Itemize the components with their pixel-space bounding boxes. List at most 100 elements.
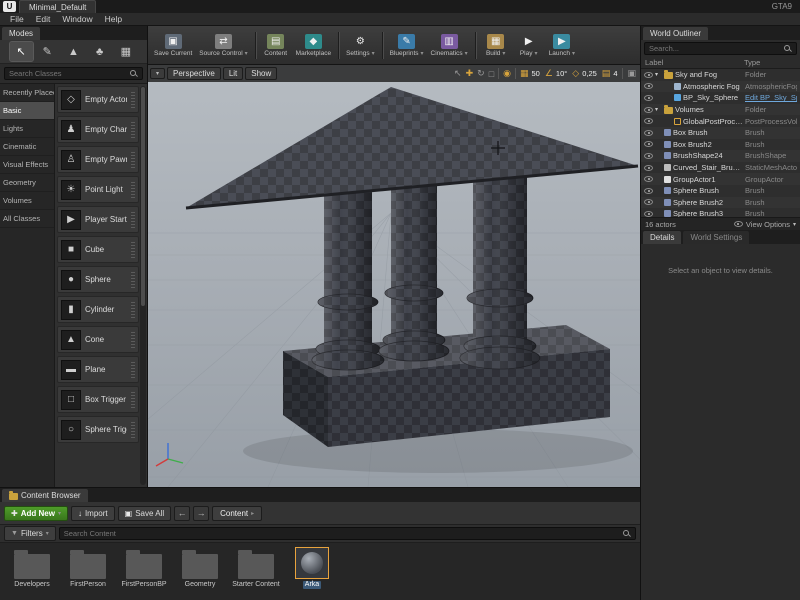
menu-window[interactable]: Window: [56, 14, 98, 24]
visibility-eye-icon[interactable]: [644, 176, 653, 182]
view-options-button[interactable]: View Options▾: [734, 220, 796, 229]
foliage-mode-icon[interactable]: ♣: [88, 42, 111, 61]
back-button[interactable]: ←: [174, 506, 190, 521]
show-flags-button[interactable]: Show: [245, 67, 277, 80]
forward-button[interactable]: →: [193, 506, 209, 521]
asset-tile-arka[interactable]: Arka: [288, 547, 336, 589]
outliner-row-globalpostprocessvolume[interactable]: GlobalPostProcessVolumePostProcessVolum: [641, 115, 800, 127]
drag-grip-icon[interactable]: [131, 392, 135, 408]
type-column-header[interactable]: Type: [744, 58, 796, 67]
label-column-header[interactable]: Label: [645, 58, 744, 67]
modes-tab[interactable]: Modes: [2, 27, 40, 40]
outliner-row-sphere-brush[interactable]: Sphere BrushBrush: [641, 185, 800, 197]
outliner-row-box-brush2[interactable]: Box Brush2Brush: [641, 139, 800, 151]
select-tool-icon[interactable]: ↖: [452, 68, 464, 79]
list-item-sphere[interactable]: ●Sphere: [57, 266, 139, 293]
folder-tile-firstperson[interactable]: FirstPerson: [64, 547, 112, 589]
breadcrumb[interactable]: Content▸: [212, 506, 262, 521]
outliner-row-curved-stair-brush[interactable]: Curved_Stair_Brush_StaticMeshStaticMeshA…: [641, 162, 800, 174]
outliner-row-volumes[interactable]: ▾VolumesFolder: [641, 104, 800, 116]
outliner-row-atmospheric-fog[interactable]: Atmospheric FogAtmosphericFog: [641, 81, 800, 93]
grid-snap-icon[interactable]: ▦: [518, 68, 531, 79]
drag-grip-icon[interactable]: [131, 92, 135, 108]
expander-icon[interactable]: ▾: [655, 106, 662, 113]
outliner-row-bp-sky-sphere[interactable]: BP_Sky_SphereEdit BP_Sky_Sph: [641, 92, 800, 104]
add-new-button[interactable]: ✚Add New▾: [4, 506, 68, 521]
lit-mode-button[interactable]: Lit: [223, 67, 243, 80]
category-recently-placed[interactable]: Recently Placed: [0, 84, 54, 102]
outliner-row-sky-and-fog[interactable]: ▾Sky and FogFolder: [641, 69, 800, 81]
tab-world-settings[interactable]: World Settings: [683, 231, 749, 244]
expander-icon[interactable]: ▾: [655, 71, 662, 78]
viewport-3d[interactable]: ▾ Perspective Lit Show ↖ ✚ ↻ □ ◉ ▦ 50 ∠ …: [148, 65, 640, 487]
visibility-eye-icon[interactable]: [644, 211, 653, 217]
scale-snap-icon[interactable]: ◇: [570, 68, 581, 79]
folder-tile-developers[interactable]: Developers: [8, 547, 56, 589]
world-space-toggle-icon[interactable]: ◉: [501, 68, 513, 79]
drag-grip-icon[interactable]: [131, 272, 135, 288]
paint-mode-icon[interactable]: ✎: [36, 42, 59, 61]
category-geometry[interactable]: Geometry: [0, 174, 54, 192]
visibility-eye-icon[interactable]: [644, 141, 653, 147]
drag-grip-icon[interactable]: [131, 152, 135, 168]
outliner-row-brushshape24[interactable]: BrushShape24BrushShape: [641, 150, 800, 162]
visibility-eye-icon[interactable]: [644, 118, 653, 124]
drag-grip-icon[interactable]: [131, 332, 135, 348]
content-button[interactable]: ▤ Content: [260, 32, 292, 59]
camera-speed-value[interactable]: 4: [612, 69, 620, 78]
scale-snap-value[interactable]: 0,25: [581, 69, 600, 78]
build-button[interactable]: ▦ Build▾: [480, 32, 512, 59]
visibility-eye-icon[interactable]: [644, 107, 653, 113]
folder-tile-firstpersonbp[interactable]: FirstPersonBP: [120, 547, 168, 589]
geometry-mode-icon[interactable]: ▦: [114, 42, 137, 61]
place-mode-icon[interactable]: ↖: [10, 42, 33, 61]
source-control-button[interactable]: ⇄ Source Control▾: [196, 32, 250, 59]
outliner-row-sphere-brush3[interactable]: Sphere Brush3Brush: [641, 208, 800, 217]
visibility-eye-icon[interactable]: [644, 165, 653, 171]
visibility-eye-icon[interactable]: [644, 72, 653, 78]
grid-snap-value[interactable]: 50: [531, 69, 543, 78]
drag-grip-icon[interactable]: [131, 182, 135, 198]
maximize-viewport-icon[interactable]: ▣: [625, 68, 638, 79]
outliner-search-input[interactable]: Search...: [644, 42, 797, 55]
filters-button[interactable]: ▼Filters▾: [4, 526, 56, 541]
list-item-cube[interactable]: ■Cube: [57, 236, 139, 263]
category-volumes[interactable]: Volumes: [0, 192, 54, 210]
rotate-tool-icon[interactable]: ↻: [475, 68, 487, 79]
drag-grip-icon[interactable]: [131, 122, 135, 138]
menu-file[interactable]: File: [4, 14, 30, 24]
drag-grip-icon[interactable]: [131, 302, 135, 318]
search-content-input[interactable]: Search Content: [59, 527, 636, 540]
list-item-plane[interactable]: ▬Plane: [57, 356, 139, 383]
scale-tool-icon[interactable]: □: [487, 69, 496, 79]
import-button[interactable]: ↓Import: [71, 506, 115, 521]
rotation-snap-icon[interactable]: ∠: [543, 68, 555, 79]
play-button[interactable]: ▶ Play▾: [513, 32, 545, 59]
list-item-sphere-trigger[interactable]: ○Sphere Trigger: [57, 416, 139, 443]
rotation-snap-value[interactable]: 10°: [555, 69, 570, 78]
search-classes-input[interactable]: Search Classes: [4, 67, 143, 80]
level-tab[interactable]: Minimal_Default: [19, 0, 96, 13]
list-item-player-start[interactable]: ▶Player Start: [57, 206, 139, 233]
list-item-empty-actor[interactable]: ◇Empty Actor: [57, 86, 139, 113]
visibility-eye-icon[interactable]: [644, 95, 653, 101]
list-item-empty-pawn[interactable]: ♙Empty Pawn: [57, 146, 139, 173]
world-outliner-tab[interactable]: World Outliner: [643, 27, 708, 40]
viewport-options-button[interactable]: ▾: [150, 68, 165, 79]
category-cinematic[interactable]: Cinematic: [0, 138, 54, 156]
category-all-classes[interactable]: All Classes: [0, 210, 54, 228]
visibility-eye-icon[interactable]: [644, 130, 653, 136]
move-tool-icon[interactable]: ✚: [464, 68, 476, 79]
drag-grip-icon[interactable]: [131, 242, 135, 258]
list-item-point-light[interactable]: ☀Point Light: [57, 176, 139, 203]
category-visual-effects[interactable]: Visual Effects: [0, 156, 54, 174]
outliner-row-box-brush[interactable]: Box BrushBrush: [641, 127, 800, 139]
marketplace-button[interactable]: ◆ Marketplace: [293, 32, 334, 59]
camera-speed-icon[interactable]: ▤: [600, 68, 613, 79]
visibility-eye-icon[interactable]: [644, 153, 653, 159]
save-current-button[interactable]: ▣ Save Current: [151, 32, 195, 59]
outliner-row-sphere-brush2[interactable]: Sphere Brush2Brush: [641, 197, 800, 209]
category-basic[interactable]: Basic: [0, 102, 54, 120]
perspective-button[interactable]: Perspective: [167, 67, 221, 80]
drag-grip-icon[interactable]: [131, 212, 135, 228]
